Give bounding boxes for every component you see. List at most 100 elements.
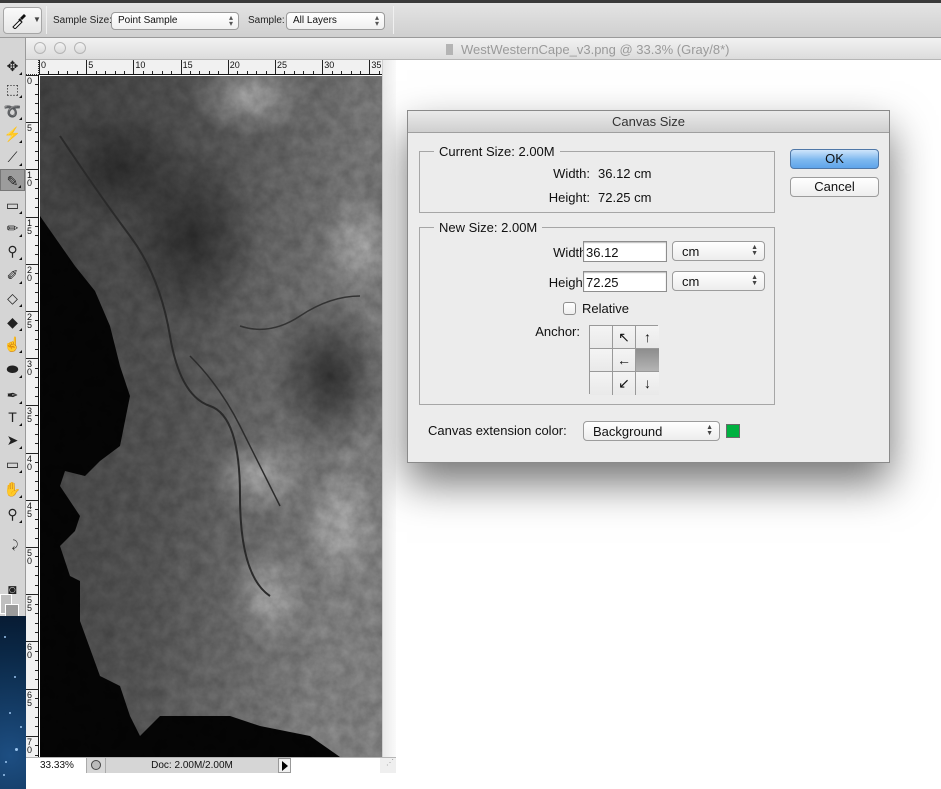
- relative-label[interactable]: Relative: [582, 301, 629, 316]
- anchor-middle-center[interactable]: ←: [613, 349, 636, 372]
- ruler-minor-tick: [35, 698, 38, 700]
- image-canvas[interactable]: [40, 76, 382, 757]
- doc-size-info: Doc: 2.00M/2.00M: [106, 758, 278, 773]
- horizontal-ruler[interactable]: 0 5 10 15 20 25 30 35: [39, 60, 382, 75]
- relative-checkbox[interactable]: [563, 302, 576, 315]
- horizontal-scrollbar[interactable]: [291, 758, 380, 773]
- hand-tool[interactable]: ✋: [0, 478, 25, 500]
- ruler-minor-tick: [35, 84, 38, 86]
- sample-select[interactable]: All Layers ▴ ▾: [286, 12, 385, 30]
- ruler-minor-tick: [256, 71, 258, 74]
- ruler-label: 45: [27, 500, 33, 519]
- flyout-indicator: [19, 423, 22, 426]
- flyout-indicator: [19, 520, 22, 523]
- history-brush-tool[interactable]: ✐: [0, 264, 25, 286]
- ruler-minor-tick: [35, 329, 38, 331]
- desktop-background: [0, 616, 26, 789]
- ruler-major-tick: [133, 60, 135, 74]
- anchor-top-center[interactable]: ↖: [613, 326, 636, 349]
- magic-wand-tool[interactable]: ⚡: [0, 123, 25, 145]
- scrollbar-vertical[interactable]: [382, 60, 396, 757]
- extension-color-swatch[interactable]: [726, 424, 740, 438]
- sample-size-label: Sample Size:: [53, 15, 112, 26]
- anchor-bottom-left[interactable]: [590, 372, 613, 395]
- path-selection-tool[interactable]: ➤: [0, 429, 25, 451]
- dialog-title[interactable]: Canvas Size: [408, 111, 889, 133]
- ruler-minor-tick: [142, 71, 144, 74]
- anchor-bottom-center[interactable]: ↙: [613, 372, 636, 395]
- minimize-button[interactable]: [54, 42, 66, 54]
- marquee-tool[interactable]: ⬚: [0, 78, 25, 100]
- ruler-label: 30: [27, 359, 33, 378]
- ruler-minor-tick: [35, 235, 38, 237]
- canvas-extension-color-label: Canvas extension color:: [428, 423, 567, 438]
- paint-bucket-tool[interactable]: ◆: [0, 311, 25, 333]
- ruler-minor-tick: [35, 650, 38, 652]
- pen-tool[interactable]: ✒: [0, 384, 25, 406]
- shape-tool[interactable]: ▭: [0, 453, 25, 475]
- ruler-minor-tick: [152, 71, 154, 74]
- ruler-minor-tick: [35, 377, 38, 379]
- lasso-tool[interactable]: ➰: [0, 100, 25, 122]
- crop-tool[interactable]: ⟋: [0, 146, 25, 168]
- ruler-minor-tick: [35, 556, 38, 558]
- ruler-label: 15: [27, 217, 33, 236]
- ruler-minor-tick: [378, 71, 380, 74]
- ruler-minor-tick: [95, 71, 97, 74]
- flyout-indicator: [19, 304, 22, 307]
- ruler-major-tick: [322, 60, 324, 74]
- quick-mask[interactable]: ◙: [0, 578, 25, 600]
- ruler-minor-tick: [35, 159, 38, 161]
- anchor-middle-left[interactable]: [590, 349, 613, 372]
- height-unit-select[interactable]: cm ▲ ▼: [672, 271, 765, 291]
- ruler-label: 5: [88, 60, 94, 70]
- document-titlebar[interactable]: WestWesternCape_v3.png @ 33.3% (Gray/8*): [26, 38, 941, 60]
- tool-preset-picker[interactable]: ▼: [3, 7, 42, 34]
- dodge-tool[interactable]: ⬬: [0, 358, 25, 380]
- ok-button[interactable]: OK: [790, 149, 879, 169]
- ruler-label: 10: [27, 170, 33, 189]
- new-size-title: New Size: 2.00M: [434, 220, 543, 235]
- elevation-map-image: [40, 76, 382, 757]
- width-unit-select[interactable]: cm ▲ ▼: [672, 241, 765, 261]
- close-button[interactable]: [34, 42, 46, 54]
- resize-grip-icon[interactable]: ⋰: [380, 758, 396, 773]
- updown-arrows-icon: ▲ ▼: [751, 244, 758, 257]
- canvas-extension-color-select[interactable]: Background ▲ ▼: [583, 421, 720, 441]
- ruler-minor-tick: [48, 71, 50, 74]
- ruler-minor-tick: [35, 207, 38, 209]
- eraser-tool[interactable]: ◇: [0, 287, 25, 309]
- ruler-label: 35: [371, 60, 382, 70]
- zoom-level-field[interactable]: 33.33%: [26, 758, 86, 773]
- smudge-tool[interactable]: ☝: [0, 333, 25, 355]
- anchor-bottom-right[interactable]: ↓: [636, 372, 659, 395]
- move-tool[interactable]: ✥: [0, 55, 25, 77]
- ruler-minor-tick: [35, 339, 38, 341]
- eyedropper-tool[interactable]: ✎: [0, 169, 25, 191]
- type-tool[interactable]: T: [0, 406, 25, 428]
- swap-colors[interactable]: ⤸: [6, 534, 24, 556]
- anchor-top-left[interactable]: [590, 326, 613, 349]
- ruler-minor-tick: [35, 679, 38, 681]
- brush-tool[interactable]: ✏: [0, 217, 25, 239]
- healing-brush-tool[interactable]: ▭: [0, 194, 25, 216]
- ruler-minor-tick: [246, 71, 248, 74]
- height-input[interactable]: [583, 271, 667, 292]
- zoom-button[interactable]: [74, 42, 86, 54]
- new-height-label: Height:: [548, 275, 590, 290]
- status-bar-settings-button[interactable]: [86, 758, 106, 773]
- quick-mask-icon: ◙: [8, 581, 17, 597]
- ruler-minor-tick: [35, 631, 38, 633]
- zoom-tool[interactable]: ⚲: [0, 503, 25, 525]
- ruler-origin[interactable]: [26, 60, 39, 75]
- clone-stamp-tool[interactable]: ⚲: [0, 240, 25, 262]
- sample-size-select[interactable]: Point Sample ▴ ▾: [111, 12, 239, 30]
- vertical-ruler[interactable]: 0 5 10 15 20 25 30 35 40 45 50 55 60 65 70: [26, 75, 39, 757]
- anchor-top-right[interactable]: ↑: [636, 326, 659, 349]
- flyout-indicator: [19, 350, 22, 353]
- anchor-middle-right[interactable]: [636, 349, 659, 372]
- canvas-size-dialog: Canvas Size Current Size: 2.00M Width: 3…: [407, 110, 890, 463]
- cancel-button[interactable]: Cancel: [790, 177, 879, 197]
- status-menu-button[interactable]: [278, 758, 291, 773]
- width-input[interactable]: [583, 241, 667, 262]
